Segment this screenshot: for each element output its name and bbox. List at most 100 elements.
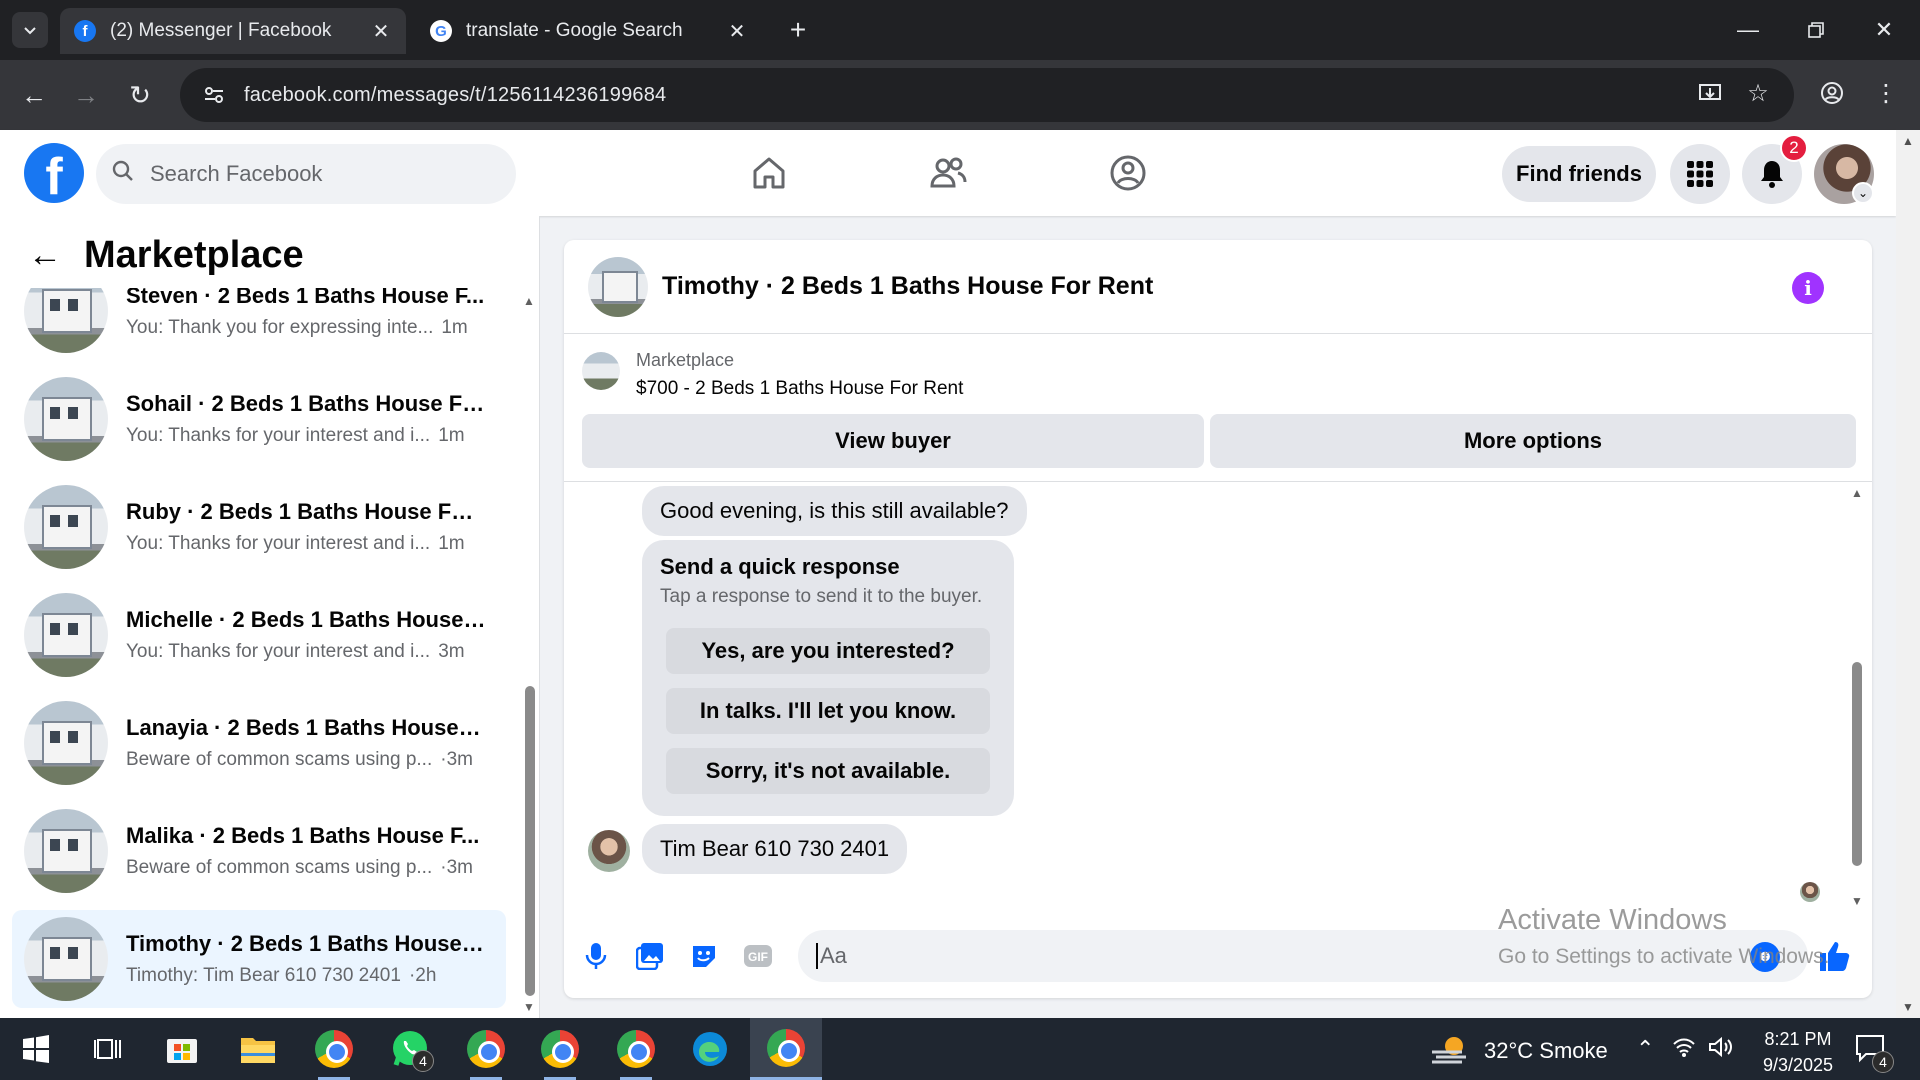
tab-title: translate - Google Search bbox=[466, 20, 683, 41]
new-tab-button[interactable]: + bbox=[782, 14, 814, 46]
restore-icon[interactable] bbox=[1796, 10, 1836, 50]
listing-category: Marketplace bbox=[636, 350, 735, 370]
message-thread: Good evening, is this still available? S… bbox=[564, 482, 1872, 914]
conversation-item-malika[interactable]: Malika · 2 Beds 1 Baths House F... Bewar… bbox=[12, 802, 506, 900]
site-info-icon[interactable] bbox=[200, 81, 228, 109]
bookmark-star-icon[interactable]: ☆ bbox=[1740, 75, 1776, 111]
scroll-up-icon[interactable]: ▲ bbox=[1896, 134, 1920, 148]
volume-icon[interactable] bbox=[1708, 1036, 1734, 1064]
photo-icon[interactable] bbox=[630, 936, 670, 976]
conversation-list: Steven · 2 Beds 1 Baths House F... You: … bbox=[12, 288, 506, 1018]
sticker-icon[interactable] bbox=[684, 936, 724, 976]
minimize-icon[interactable]: — bbox=[1728, 10, 1768, 50]
scroll-down-icon[interactable]: ▼ bbox=[1850, 894, 1864, 908]
microphone-icon[interactable] bbox=[576, 936, 616, 976]
tab-google-search[interactable]: G translate - Google Search ✕ bbox=[416, 8, 762, 54]
chrome-profile-icon[interactable] bbox=[454, 1018, 518, 1080]
wifi-icon[interactable] bbox=[1672, 1036, 1696, 1064]
conversation-snippet: Beware of common scams using p... bbox=[126, 857, 433, 878]
system-clock[interactable]: 8:21 PM 9/3/2025 bbox=[1748, 1026, 1848, 1078]
chrome-profile-active-icon[interactable] bbox=[750, 1018, 822, 1080]
conversation-name: Sohail · 2 Beds 1 Baths House Fo... bbox=[126, 391, 486, 416]
message-thread-scrollbar[interactable]: ▲ ▼ bbox=[1850, 486, 1864, 908]
chrome-profile-icon[interactable] bbox=[528, 1018, 592, 1080]
notification-center-badge: 4 bbox=[1872, 1051, 1894, 1073]
conversation-list-scrollbar[interactable]: ▲ ▼ bbox=[522, 216, 536, 1018]
conversation-item-steven[interactable]: Steven · 2 Beds 1 Baths House F... You: … bbox=[12, 288, 506, 360]
gif-icon[interactable]: GIF bbox=[738, 936, 778, 976]
scroll-up-icon[interactable]: ▲ bbox=[1850, 486, 1864, 500]
conversation-name: Steven · 2 Beds 1 Baths House F... bbox=[126, 288, 485, 308]
chrome-icon[interactable] bbox=[302, 1018, 366, 1080]
account-chevron-down-icon[interactable]: ⌄ bbox=[1852, 182, 1874, 204]
close-window-icon[interactable]: ✕ bbox=[1864, 10, 1904, 50]
scrollbar-thumb[interactable] bbox=[1852, 662, 1862, 866]
browser-menu-icon[interactable]: ⋮ bbox=[1868, 75, 1904, 111]
friends-icon[interactable] bbox=[918, 148, 978, 198]
menu-grid-icon[interactable] bbox=[1670, 144, 1730, 204]
close-tab-icon[interactable]: ✕ bbox=[370, 19, 392, 44]
chat-title[interactable]: Timothy · 2 Beds 1 Baths House For Rent bbox=[662, 272, 1153, 301]
listing-thumbnail bbox=[24, 917, 108, 1001]
chat-listing-avatar[interactable] bbox=[588, 256, 648, 317]
start-windows-icon[interactable] bbox=[4, 1018, 68, 1080]
file-explorer-icon[interactable] bbox=[226, 1018, 290, 1080]
conversation-item-sohail[interactable]: Sohail · 2 Beds 1 Baths House Fo... You:… bbox=[12, 370, 506, 468]
conversation-time: 1m bbox=[438, 533, 465, 554]
view-buyer-button[interactable]: View buyer bbox=[582, 414, 1204, 468]
back-arrow-icon[interactable]: ← bbox=[28, 236, 72, 275]
find-friends-button[interactable]: Find friends bbox=[1502, 146, 1656, 202]
edge-icon[interactable] bbox=[678, 1018, 742, 1080]
scrollbar-thumb[interactable] bbox=[525, 686, 535, 996]
conversation-time: ·3m bbox=[440, 857, 473, 878]
page-scrollbar[interactable]: ▲ ▼ bbox=[1896, 130, 1920, 1018]
sender-avatar[interactable] bbox=[588, 830, 630, 872]
groups-icon[interactable] bbox=[1098, 148, 1158, 198]
weather-widget[interactable]: 32°C Smoke bbox=[1430, 1034, 1608, 1068]
notification-center-icon[interactable]: 4 bbox=[1854, 1032, 1894, 1073]
info-icon[interactable]: i bbox=[1792, 272, 1824, 304]
conversation-snippet: Beware of common scams using p... bbox=[126, 749, 433, 770]
browser-tab-bar: f (2) Messenger | Facebook ✕ G translate… bbox=[0, 0, 1920, 60]
scroll-down-icon[interactable]: ▼ bbox=[522, 1000, 536, 1014]
install-app-icon[interactable] bbox=[1692, 75, 1728, 111]
conversation-item-lanayia[interactable]: Lanayia · 2 Beds 1 Baths House F... Bewa… bbox=[12, 694, 506, 792]
profile-icon[interactable] bbox=[1814, 75, 1850, 111]
tab-search-button[interactable] bbox=[12, 12, 48, 48]
quick-response-card: Send a quick response Tap a response to … bbox=[642, 540, 1014, 816]
facebook-header: f Find friends 2 ⌄ bbox=[0, 130, 1896, 216]
scroll-down-icon[interactable]: ▼ bbox=[1896, 1000, 1920, 1014]
quick-response-yes-button[interactable]: Yes, are you interested? bbox=[666, 628, 990, 674]
facebook-logo-icon[interactable]: f bbox=[24, 143, 84, 203]
facebook-search-input[interactable] bbox=[150, 161, 480, 187]
tab-messenger[interactable]: f (2) Messenger | Facebook ✕ bbox=[60, 8, 406, 54]
conversation-snippet: Timothy: Tim Bear 610 730 2401 bbox=[126, 965, 401, 986]
task-view-icon[interactable] bbox=[76, 1018, 140, 1080]
chrome-profile-icon[interactable] bbox=[604, 1018, 668, 1080]
marketplace-conversation-list: ← Marketplace Steven · 2 Beds 1 Baths Ho… bbox=[0, 216, 540, 1018]
sidebar-header: ← Marketplace bbox=[28, 234, 304, 277]
sidebar-title: Marketplace bbox=[84, 234, 304, 276]
whatsapp-icon[interactable]: 4 bbox=[378, 1018, 442, 1080]
chevron-up-icon[interactable]: ⌃ bbox=[1636, 1036, 1654, 1062]
scroll-up-icon[interactable]: ▲ bbox=[522, 294, 536, 308]
facebook-search-box[interactable] bbox=[96, 144, 516, 204]
conversation-time: 1m bbox=[441, 317, 468, 338]
forward-arrow-icon[interactable]: → bbox=[66, 75, 106, 115]
back-arrow-icon[interactable]: ← bbox=[14, 75, 54, 115]
reload-icon[interactable]: ↻ bbox=[120, 75, 160, 115]
more-options-button[interactable]: More options bbox=[1210, 414, 1856, 468]
url-text: facebook.com/messages/t/1256114236199684 bbox=[244, 83, 667, 106]
omnibox[interactable]: facebook.com/messages/t/1256114236199684 bbox=[180, 68, 1794, 122]
conversation-item-timothy[interactable]: Timothy · 2 Beds 1 Baths House ... Timot… bbox=[12, 910, 506, 1008]
home-icon[interactable] bbox=[739, 148, 799, 198]
listing-name[interactable]: $700 - 2 Beds 1 Baths House For Rent bbox=[636, 378, 963, 400]
tab-title: (2) Messenger | Facebook bbox=[110, 20, 332, 41]
conversation-item-michelle[interactable]: Michelle · 2 Beds 1 Baths House ... You:… bbox=[12, 586, 506, 684]
microsoft-store-icon[interactable] bbox=[150, 1018, 214, 1080]
quick-response-not-available-button[interactable]: Sorry, it's not available. bbox=[666, 748, 990, 794]
close-tab-icon[interactable]: ✕ bbox=[726, 19, 748, 44]
quick-response-in-talks-button[interactable]: In talks. I'll let you know. bbox=[666, 688, 990, 734]
listing-thumbnail[interactable] bbox=[582, 352, 620, 390]
conversation-item-ruby[interactable]: Ruby · 2 Beds 1 Baths House For... You: … bbox=[12, 478, 506, 576]
